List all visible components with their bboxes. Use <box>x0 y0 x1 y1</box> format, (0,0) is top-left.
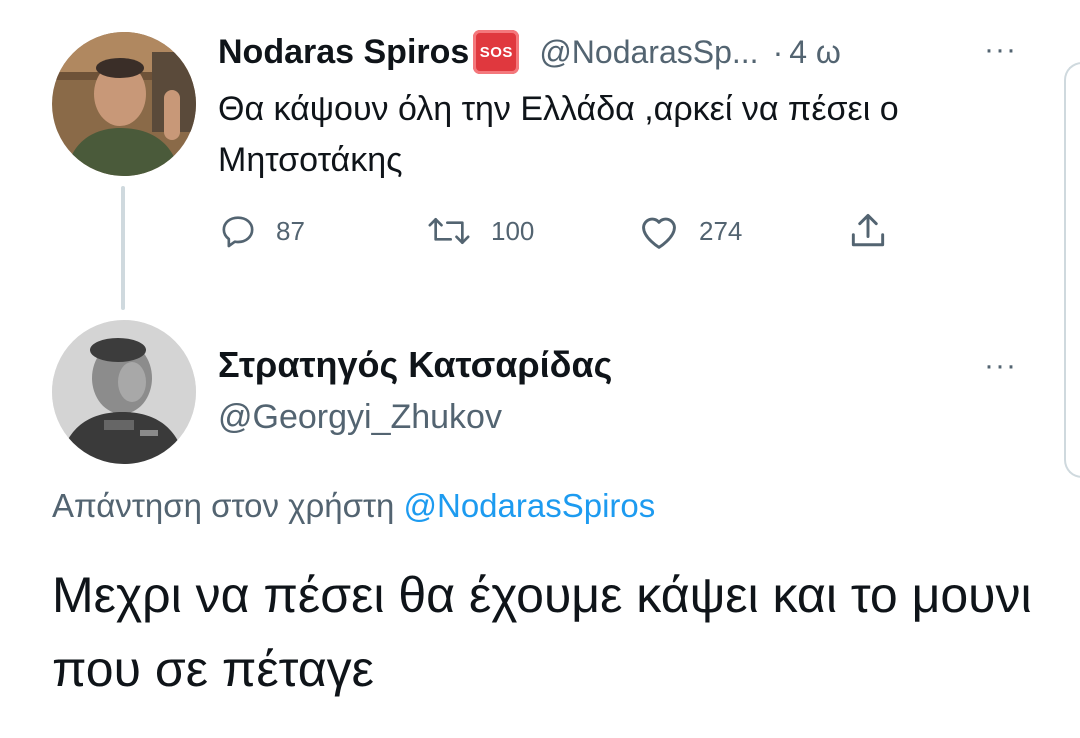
retweet-button[interactable]: 100 <box>425 206 534 256</box>
avatar-nodaras[interactable] <box>52 32 196 176</box>
thread-connector-line <box>121 186 125 310</box>
more-icon[interactable]: ··· <box>984 351 1017 381</box>
reply-author-name[interactable]: Στρατηγός Κατσαρίδας <box>218 344 612 386</box>
separator-dot: · <box>772 33 784 70</box>
tweet-header: Nodaras Spiros SOS @NodarasSp... · 4 ω <box>218 30 841 74</box>
timestamp[interactable]: 4 ω <box>789 34 841 71</box>
replying-to-label: Απάντηση στον χρήστη <box>52 487 395 524</box>
retweet-icon <box>428 218 470 244</box>
replying-to-line: Απάντηση στον χρήστη @NodarasSpiros <box>52 487 655 525</box>
reply-tweet-text: Μεχρι να πέσει θα έχουμε κάψει και το μο… <box>52 567 1032 697</box>
author-handle[interactable]: @NodarasSp... <box>539 34 758 71</box>
reply-button[interactable]: 87 <box>218 206 305 256</box>
like-count: 274 <box>699 215 743 246</box>
retweet-count: 100 <box>491 215 535 246</box>
like-icon <box>642 217 676 249</box>
share-button[interactable] <box>846 206 890 256</box>
more-icon[interactable]: ··· <box>984 35 1017 65</box>
reply-count: 87 <box>276 215 305 246</box>
like-button[interactable]: 274 <box>637 206 742 256</box>
replying-to-handle-link[interactable]: @NodarasSpiros <box>404 487 656 524</box>
author-name[interactable]: Nodaras Spiros <box>218 33 469 72</box>
sos-emoji: SOS <box>473 30 520 74</box>
share-icon <box>851 213 885 247</box>
avatar-zhukov[interactable] <box>52 320 196 464</box>
reply-icon <box>222 216 254 248</box>
scroll-edge <box>1064 62 1080 478</box>
reply-author-handle[interactable]: @Georgyi_Zhukov <box>218 398 502 437</box>
tweet-text: Θα κάψουν όλη την Ελλάδα ,αρκεί να πέσει… <box>218 90 899 179</box>
